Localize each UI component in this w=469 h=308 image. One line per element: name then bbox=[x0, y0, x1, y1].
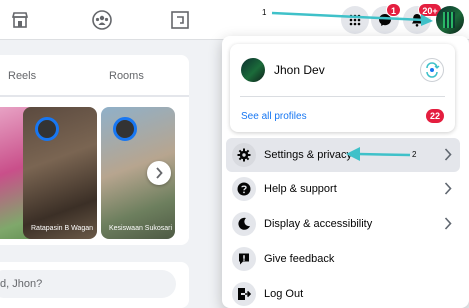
annotation-arrow-2 bbox=[346, 147, 411, 161]
annotation-overlay bbox=[271, 11, 433, 161]
annotation-step-1: 1 bbox=[262, 8, 267, 17]
annotation-arrow-1 bbox=[271, 11, 433, 26]
annotation-step-2: 2 bbox=[412, 150, 417, 159]
